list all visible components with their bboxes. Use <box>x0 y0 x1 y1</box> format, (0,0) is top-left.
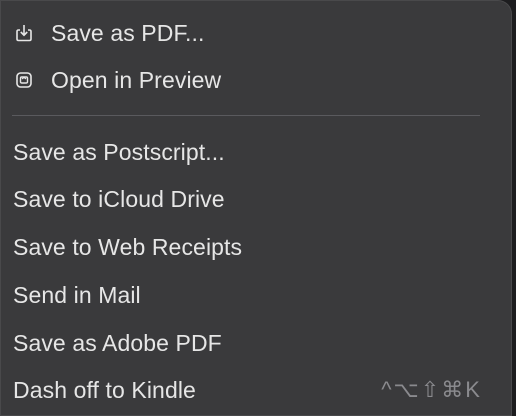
menu-item-send-in-mail[interactable]: Send in Mail <box>0 275 512 315</box>
menu-item-label: Save as Postscript... <box>13 138 225 165</box>
menu-item-label: Save as Adobe PDF <box>13 329 222 356</box>
menu-item-label: Dash off to Kindle <box>13 376 196 403</box>
preview-icon <box>13 69 35 91</box>
menu-item-save-as-adobe-pdf[interactable]: Save as Adobe PDF <box>0 323 512 363</box>
menu-item-dash-off-to-kindle[interactable]: Dash off to Kindle ^⌥⇧⌘K <box>0 370 512 410</box>
menu-item-label: Send in Mail <box>13 281 141 308</box>
save-pdf-icon <box>13 22 35 44</box>
menu-separator <box>12 115 480 116</box>
menu-item-save-as-postscript[interactable]: Save as Postscript... <box>0 132 512 172</box>
menu-item-label: Save to Web Receipts <box>13 233 243 260</box>
menu-item-open-in-preview[interactable]: Open in Preview <box>0 60 512 100</box>
menu-item-label: Save as PDF... <box>51 19 205 46</box>
menu-item-save-as-pdf[interactable]: Save as PDF... <box>0 13 512 53</box>
menu-item-save-to-web-receipts[interactable]: Save to Web Receipts <box>0 227 512 267</box>
pdf-menu: Save as PDF... Open in Preview Save as P… <box>0 0 512 416</box>
menu-item-label: Open in Preview <box>51 66 222 93</box>
menu-item-save-to-icloud-drive[interactable]: Save to iCloud Drive <box>0 179 512 219</box>
menu-item-label: Save to iCloud Drive <box>13 185 225 212</box>
keyboard-shortcut: ^⌥⇧⌘K <box>381 377 482 402</box>
